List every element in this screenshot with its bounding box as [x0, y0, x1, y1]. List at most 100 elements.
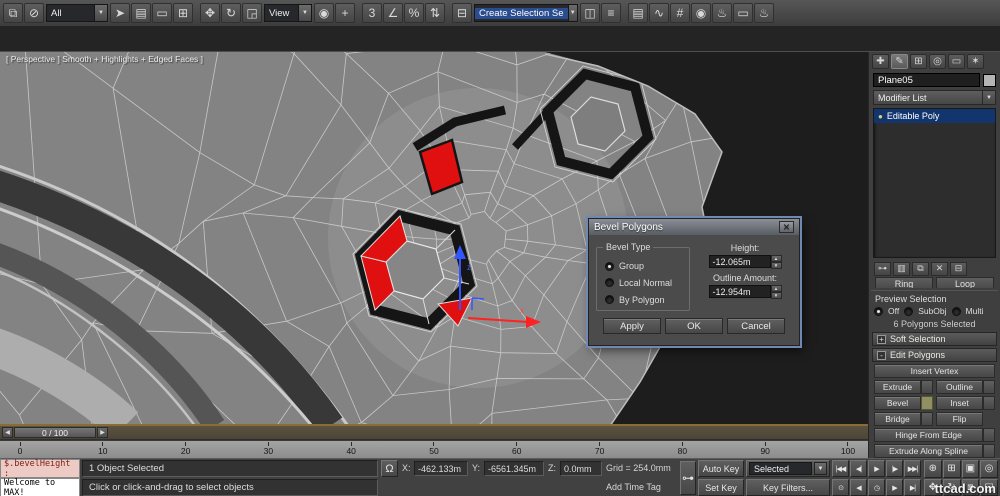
window-crossing-icon[interactable]: ⊞ [173, 3, 193, 23]
loop-button[interactable]: Loop [936, 277, 994, 288]
soft-selection-rollout[interactable]: + Soft Selection [872, 332, 997, 346]
time-slider[interactable]: 0 / 100 [14, 427, 96, 438]
maxscript-listener-line2[interactable]: Welcome to MAX! [0, 478, 80, 496]
hierarchy-tab-icon[interactable]: ⊞ [910, 54, 927, 69]
pin-stack-icon[interactable]: ⊶ [874, 261, 891, 276]
radio-icon[interactable] [951, 306, 961, 316]
cancel-button[interactable]: Cancel [727, 318, 785, 334]
remove-modifier-icon[interactable]: ✕ [931, 261, 948, 276]
edit-polygons-button[interactable]: Extrude Along Spline [874, 444, 983, 458]
previous-key-icon[interactable]: ◀ [850, 479, 867, 496]
dialog-title-bar[interactable]: Bevel Polygons ✕ [589, 219, 799, 235]
select-and-link-icon[interactable]: ⧉ [3, 3, 23, 23]
unlink-selection-icon[interactable]: ⊘ [24, 3, 44, 23]
bevel-type-radio[interactable]: By Polygon [605, 295, 685, 305]
make-unique-icon[interactable]: ⧉ [912, 261, 929, 276]
expand-collapse-icon[interactable]: - [877, 350, 886, 360]
spinner-up-icon[interactable]: ▲ [770, 255, 782, 262]
selection-filter-dropdown[interactable]: All ▼ [46, 4, 108, 22]
height-input[interactable]: -12.065m [708, 255, 771, 268]
previous-frame-arrow-icon[interactable]: ◀ [2, 427, 13, 438]
select-object-icon[interactable]: ➤ [110, 3, 130, 23]
edit-named-selections-icon[interactable]: ⊟ [452, 3, 472, 23]
rect-selection-region-icon[interactable]: ▭ [152, 3, 172, 23]
preview-selection-radio[interactable]: Multi [951, 306, 984, 316]
y-coordinate-field[interactable]: -6561.345m [484, 461, 544, 476]
modifier-stack-row[interactable]: ● Editable Poly [874, 109, 995, 123]
radio-icon[interactable] [904, 306, 914, 316]
set-keys-key-icon[interactable]: ⊶ [680, 461, 696, 495]
render-frame-icon[interactable]: ▭ [733, 3, 753, 23]
zoom-icon[interactable]: ⊕ [924, 460, 942, 478]
mirror-icon[interactable]: ◫ [580, 3, 600, 23]
schematic-view-icon[interactable]: # [670, 3, 690, 23]
next-key-icon[interactable]: ▶ [886, 479, 903, 496]
set-key-button[interactable]: Set Key [698, 479, 744, 496]
use-pivot-center-icon[interactable]: ◉ [314, 3, 334, 23]
separator[interactable] [622, 3, 627, 23]
layer-manager-icon[interactable]: ▤ [628, 3, 648, 23]
key-selection-dropdown[interactable]: Selected ▼ [746, 460, 830, 477]
modify-tab-icon[interactable]: ✎ [891, 54, 908, 69]
key-filters-button[interactable]: Key Filters... [746, 479, 830, 496]
key-mode-toggle-icon[interactable]: ⊙ [832, 479, 849, 496]
create-tab-icon[interactable]: ✚ [872, 54, 889, 69]
play-icon[interactable]: ▶ [868, 460, 885, 477]
edit-polygons-rollout[interactable]: - Edit Polygons [872, 348, 997, 362]
align-icon[interactable]: ≡ [601, 3, 621, 23]
edit-polygons-button[interactable]: Flip [936, 412, 983, 426]
settings-box-icon[interactable] [921, 380, 933, 394]
time-config-icon[interactable]: ◷ [868, 479, 885, 496]
reference-coordinate-dropdown[interactable]: View ▼ [264, 4, 312, 22]
show-end-result-icon[interactable]: ▥ [893, 261, 910, 276]
material-editor-icon[interactable]: ◉ [691, 3, 711, 23]
perspective-viewport[interactable]: z x [ Perspective ] Smooth + Highlights … [0, 52, 868, 426]
close-icon[interactable]: ✕ [779, 221, 794, 233]
settings-box-icon[interactable] [983, 380, 995, 394]
motion-tab-icon[interactable]: ◎ [929, 54, 946, 69]
preview-selection-radio[interactable]: Off [874, 306, 899, 316]
apply-button[interactable]: Apply [603, 318, 661, 334]
timeline-ruler[interactable]: 0 10 20 30 40 50 60 70 80 90 100 [0, 440, 868, 458]
modifier-stack[interactable]: ● Editable Poly [873, 108, 996, 258]
settings-box-icon[interactable] [983, 444, 995, 458]
next-frame-arrow-icon[interactable]: ▶ [97, 427, 108, 438]
outline-amount-input[interactable]: -12.954m [708, 285, 771, 298]
add-time-tag[interactable]: Add Time Tag [606, 482, 661, 492]
zoom-all-icon[interactable]: ⊞ [942, 460, 961, 478]
configure-modifier-sets-icon[interactable]: ⊟ [950, 261, 967, 276]
end-key-icon[interactable]: ▶| [904, 479, 921, 496]
select-and-scale-icon[interactable]: ◲ [242, 3, 262, 23]
auto-key-button[interactable]: Auto Key [698, 460, 744, 477]
ok-button[interactable]: OK [665, 318, 723, 334]
time-slider-track[interactable]: ◀ 0 / 100 ▶ [0, 426, 868, 440]
select-and-manipulate-icon[interactable]: + [335, 3, 355, 23]
edit-polygons-button[interactable]: Inset [936, 396, 983, 410]
separator[interactable] [356, 3, 361, 23]
quick-render-icon[interactable]: ♨ [754, 3, 774, 23]
object-color-swatch[interactable] [983, 73, 996, 87]
bevel-type-radio[interactable]: Group [605, 261, 685, 271]
settings-box-icon[interactable] [983, 396, 995, 410]
viewport-label[interactable]: [ Perspective ] Smooth + Highlights + Ed… [6, 54, 203, 64]
fov-icon[interactable]: ◎ [980, 460, 998, 478]
edit-polygons-button[interactable]: Outline [936, 380, 983, 394]
bevel-type-radio[interactable]: Local Normal [605, 278, 685, 288]
settings-box-icon[interactable] [921, 412, 933, 426]
percent-snap-icon[interactable]: % [404, 3, 424, 23]
settings-box-icon[interactable] [983, 428, 995, 442]
selection-lock-icon[interactable]: Ω [381, 460, 398, 477]
bulb-icon[interactable]: ● [878, 112, 883, 121]
insert-vertex-button[interactable]: Insert Vertex [874, 364, 995, 378]
select-and-rotate-icon[interactable]: ↻ [221, 3, 241, 23]
go-to-end-icon[interactable]: ▶▶| [904, 460, 921, 477]
z-coordinate-field[interactable]: 0.0mm [560, 461, 602, 476]
go-to-start-icon[interactable]: |◀◀ [832, 460, 849, 477]
edit-polygons-button[interactable]: Extrude [874, 380, 921, 394]
radio-icon[interactable] [874, 306, 883, 316]
edit-polygons-button[interactable]: Bridge [874, 412, 921, 426]
preview-selection-radio[interactable]: SubObj [904, 306, 947, 316]
curve-editor-icon[interactable]: ∿ [649, 3, 669, 23]
zoom-extents-icon[interactable]: ▣ [961, 460, 980, 478]
ring-button[interactable]: Ring [875, 277, 933, 288]
